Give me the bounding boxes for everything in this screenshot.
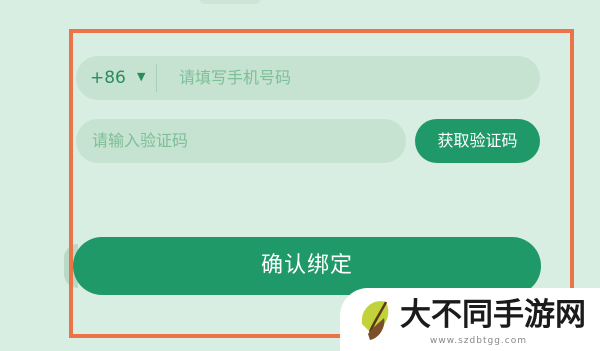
watermark-badge: 大不同手游网 www.szdbtgg.com (340, 288, 600, 351)
watermark-url: www.szdbtgg.com (430, 336, 527, 346)
watermark-text: 大不同手游网 (400, 297, 586, 333)
leaf-logo-icon (361, 301, 389, 340)
top-edge-decoration (200, 0, 260, 4)
